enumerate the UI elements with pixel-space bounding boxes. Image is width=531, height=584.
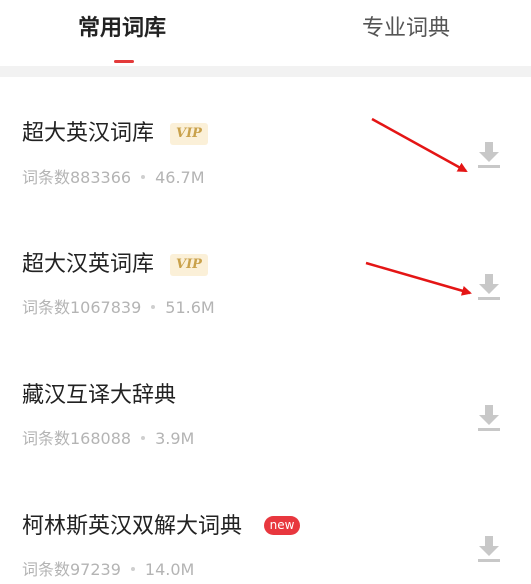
annotation-arrows <box>365 117 472 296</box>
annotation-arrow <box>371 117 468 173</box>
annotation-arrow <box>365 261 472 296</box>
